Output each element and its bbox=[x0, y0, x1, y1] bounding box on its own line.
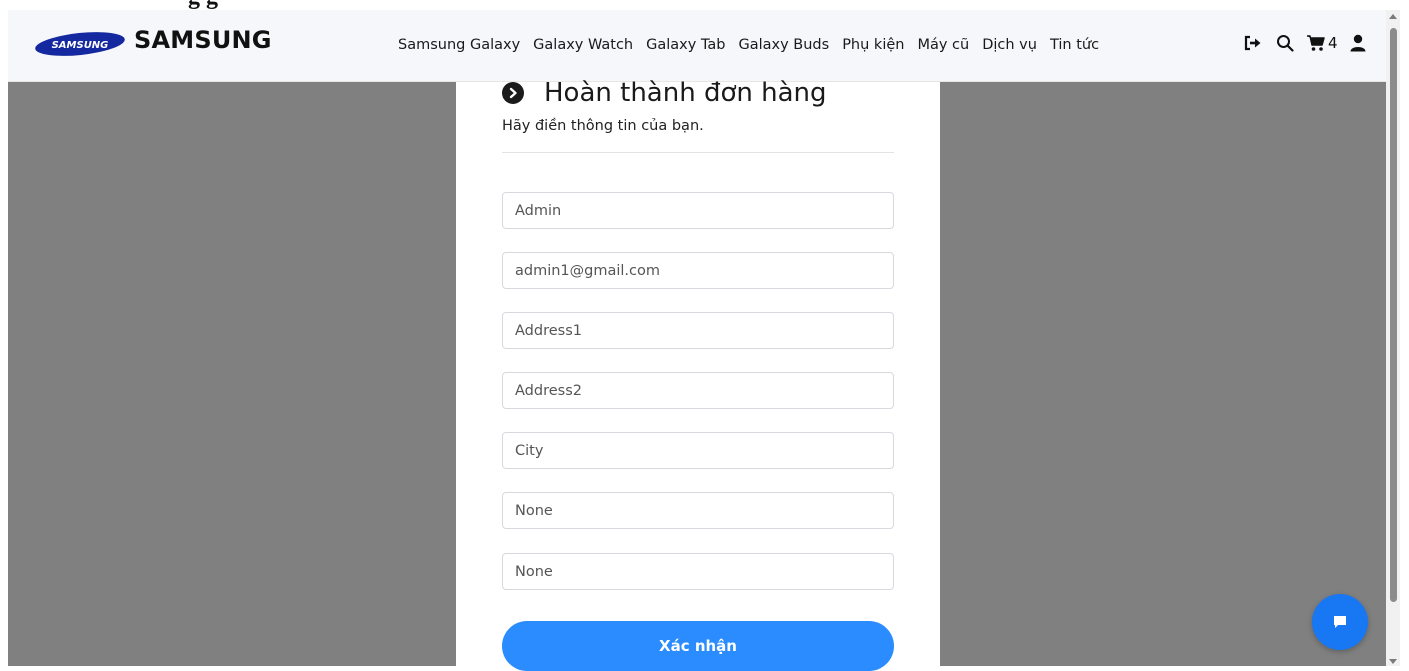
nav-actions: 4 bbox=[1244, 34, 1366, 52]
top-navbar: SAMSUNG SAMSUNG Samsung Galaxy Galaxy Wa… bbox=[8, 10, 1386, 82]
page-top-clipped-text: g g bbox=[0, 0, 1390, 10]
clipped-heading: g g bbox=[188, 0, 218, 10]
form-title: Hoàn thành đơn hàng bbox=[544, 78, 827, 108]
cart-icon[interactable] bbox=[1306, 34, 1326, 52]
search-icon[interactable] bbox=[1276, 34, 1294, 52]
scroll-thumb[interactable] bbox=[1390, 28, 1397, 602]
samsung-logo-icon[interactable]: SAMSUNG bbox=[34, 32, 126, 56]
form-subtitle: Hãy điền thông tin của bạn. bbox=[502, 118, 704, 134]
nav-link-galaxy-buds[interactable]: Galaxy Buds bbox=[738, 37, 829, 53]
cart-count-badge: 4 bbox=[1328, 34, 1338, 52]
nav-link-galaxy-watch[interactable]: Galaxy Watch bbox=[533, 37, 633, 53]
user-icon[interactable] bbox=[1350, 34, 1366, 52]
email-field[interactable] bbox=[502, 252, 894, 289]
brand-name[interactable]: SAMSUNG bbox=[134, 26, 272, 54]
name-field[interactable] bbox=[502, 192, 894, 229]
sign-out-icon[interactable] bbox=[1244, 35, 1262, 51]
form-divider bbox=[502, 152, 894, 153]
checkout-form-card: Hoàn thành đơn hàng Hãy điền thông tin c… bbox=[456, 78, 940, 671]
city-field[interactable] bbox=[502, 432, 894, 469]
extra-field-1[interactable] bbox=[502, 492, 894, 529]
nav-link-dich-vu[interactable]: Dịch vụ bbox=[982, 37, 1037, 53]
page-scrollbar[interactable] bbox=[1386, 10, 1400, 666]
address1-field[interactable] bbox=[502, 312, 894, 349]
scroll-up-icon[interactable] bbox=[1389, 14, 1397, 19]
chat-button[interactable] bbox=[1312, 594, 1368, 650]
nav-link-phu-kien[interactable]: Phụ kiện bbox=[842, 37, 904, 53]
nav-link-galaxy-tab[interactable]: Galaxy Tab bbox=[646, 37, 725, 53]
nav-link-tin-tuc[interactable]: Tin tức bbox=[1050, 37, 1099, 53]
svg-text:SAMSUNG: SAMSUNG bbox=[52, 40, 109, 51]
nav-links: Samsung Galaxy Galaxy Watch Galaxy Tab G… bbox=[398, 37, 1112, 53]
left-edge bbox=[0, 10, 8, 666]
chevron-right-icon bbox=[502, 82, 524, 104]
chat-bubble-icon bbox=[1334, 616, 1346, 628]
confirm-button[interactable]: Xác nhận bbox=[502, 621, 894, 671]
nav-link-may-cu[interactable]: Máy cũ bbox=[917, 37, 969, 53]
right-edge bbox=[1400, 0, 1409, 666]
scroll-down-icon[interactable] bbox=[1389, 659, 1397, 664]
address2-field[interactable] bbox=[502, 372, 894, 409]
extra-field-2[interactable] bbox=[502, 553, 894, 590]
nav-link-samsung-galaxy[interactable]: Samsung Galaxy bbox=[398, 37, 520, 53]
form-title-row: Hoàn thành đơn hàng bbox=[502, 78, 827, 108]
